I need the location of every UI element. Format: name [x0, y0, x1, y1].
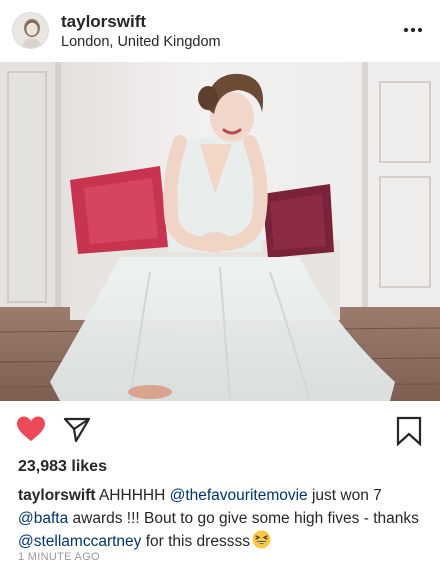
caption-text-1: AHHHHH: [95, 487, 170, 504]
paper-plane-icon: [63, 417, 91, 443]
avatar[interactable]: [12, 12, 49, 49]
caption-text-3: awards !!! Bout to go give some high fiv…: [68, 510, 419, 527]
post-header: taylorswift London, United Kingdom: [0, 0, 440, 62]
more-options-button[interactable]: [402, 22, 424, 38]
post-timestamp: 1 MINUTE AGO: [18, 551, 100, 563]
bookmark-icon: [396, 416, 422, 446]
post-caption: taylorswift AHHHHH @thefavouritemovie ju…: [18, 484, 428, 553]
caption-text-2: just won 7: [307, 487, 382, 504]
more-horizontal-icon: [403, 27, 423, 33]
post-username[interactable]: taylorswift: [61, 12, 146, 32]
mention-stellamccartney[interactable]: @stellamccartney: [18, 533, 141, 550]
post-actions: [0, 401, 440, 457]
caption-username[interactable]: taylorswift: [18, 487, 96, 504]
heart-filled-icon: [17, 416, 45, 441]
like-button[interactable]: [16, 415, 46, 443]
caption-text-4: for this dressss: [141, 533, 250, 550]
post-photo[interactable]: [0, 62, 440, 401]
likes-count[interactable]: 23,983 likes: [18, 458, 107, 476]
grinning-squinting-face-icon: [252, 530, 271, 549]
save-button[interactable]: [396, 416, 422, 446]
share-button[interactable]: [63, 417, 91, 443]
post-location[interactable]: London, United Kingdom: [61, 34, 221, 50]
mention-bafta[interactable]: @bafta: [18, 510, 68, 527]
mention-thefavouritemovie[interactable]: @thefavouritemovie: [170, 487, 308, 504]
